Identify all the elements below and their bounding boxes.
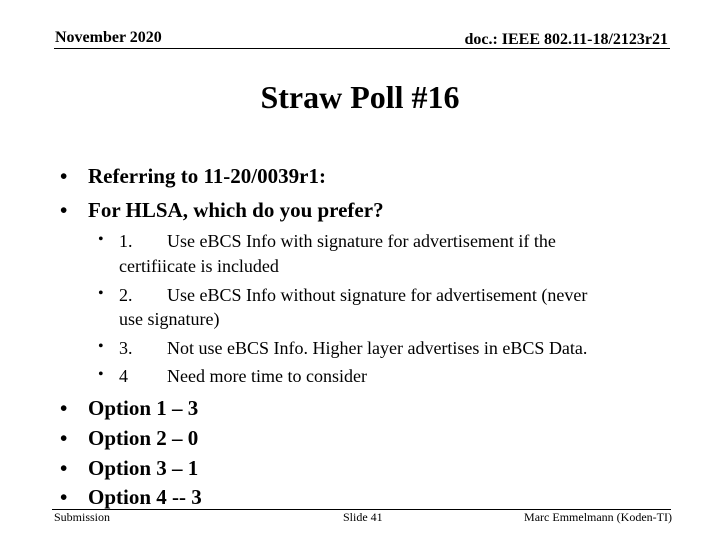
bullet-icon: • <box>98 285 104 302</box>
result-text: Option 3 – 1 <box>88 456 199 480</box>
slide-title: Straw Poll #16 <box>260 79 460 115</box>
bullet-icon: • <box>60 164 68 188</box>
header-divider <box>54 48 670 49</box>
option-text: Use eBCS Info without signature for adve… <box>167 285 588 305</box>
option-number: 2. <box>119 285 133 305</box>
footer-author: Marc Emmelmann (Koden-TI) <box>524 510 672 524</box>
bullet-icon: • <box>98 366 104 383</box>
bullet-text: Referring to 11-20/0039r1: <box>88 164 326 188</box>
footer-submission: Submission <box>54 510 111 524</box>
bullet-icon: • <box>98 338 104 355</box>
bullet-icon: • <box>60 485 68 509</box>
option-number: 4 <box>119 366 128 386</box>
bullet-icon: • <box>60 426 68 450</box>
option-text: Use eBCS Info with signature for adverti… <box>167 231 556 251</box>
result-text: Option 4 -- 3 <box>88 485 202 509</box>
result-text: Option 1 – 3 <box>88 396 199 420</box>
option-text-cont: use signature) <box>119 309 220 329</box>
option-number: 1. <box>119 231 133 251</box>
option-text-cont: certifiicate is included <box>119 256 279 276</box>
header-date: November 2020 <box>55 29 162 46</box>
footer-slide-number: Slide 41 <box>343 510 383 524</box>
bullet-icon: • <box>60 198 68 222</box>
bullet-icon: • <box>60 456 68 480</box>
bullet-icon: • <box>98 231 104 248</box>
header-doc-id: doc.: IEEE 802.11-18/2123r21 <box>464 31 668 48</box>
option-number: 3. <box>119 338 133 358</box>
bullet-text: For HLSA, which do you prefer? <box>88 198 384 222</box>
result-text: Option 2 – 0 <box>88 426 199 450</box>
option-text: Need more time to consider <box>167 366 367 386</box>
option-text: Not use eBCS Info. Higher layer advertis… <box>167 338 588 358</box>
bullet-icon: • <box>60 396 68 420</box>
